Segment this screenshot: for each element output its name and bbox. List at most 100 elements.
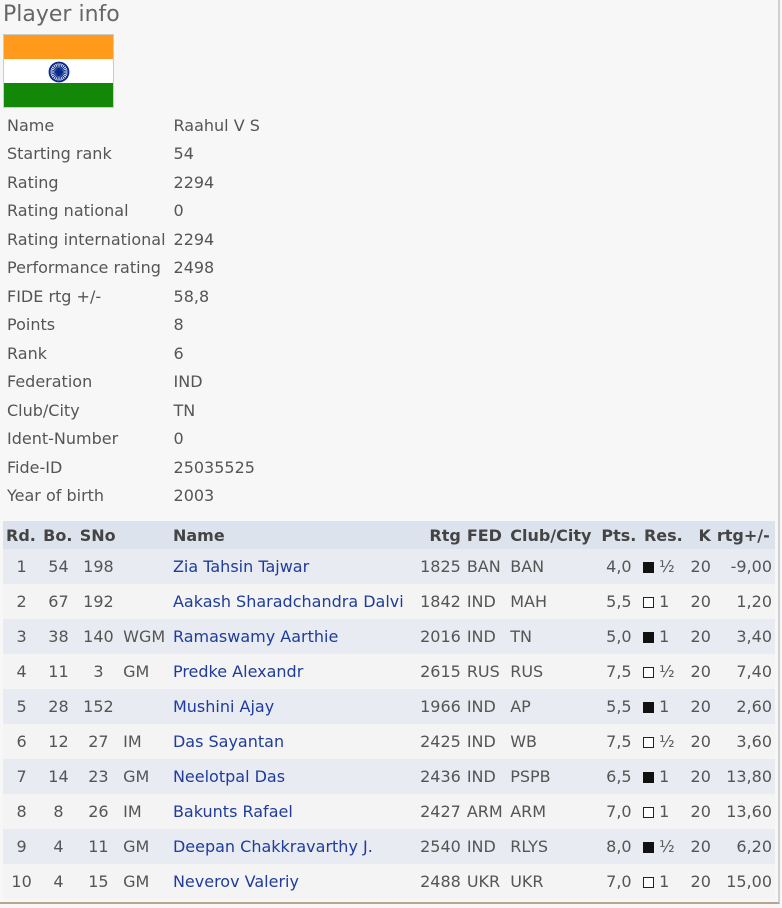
game-round: 5 <box>3 689 41 724</box>
k-factor: 20 <box>686 794 714 829</box>
result-value: 1 <box>659 697 670 716</box>
info-label: Points <box>7 315 56 335</box>
opponent-title: GM <box>120 864 170 899</box>
info-label: Federation <box>7 372 93 392</box>
opponent-name-link[interactable]: Deepan Chakkravarthy J. <box>173 837 373 856</box>
game-round: 8 <box>3 794 41 829</box>
rating-change: 13,60 <box>713 794 775 829</box>
game-row: 7 14 23 GM Neelotpal Das 2436 IND PSPB 6,5 1 20 13,… <box>3 759 775 794</box>
rating-change: 3,40 <box>713 619 775 654</box>
opponent-name-link[interactable]: Aakash Sharadchandra Dalvi <box>173 592 404 611</box>
opponent-name-cell: Das Sayantan <box>169 724 416 759</box>
opponent-club: ARM <box>507 794 598 829</box>
info-row: Federation IND <box>3 368 264 397</box>
info-row: Ident-Number 0 <box>3 425 264 454</box>
game-row: 8 8 26 IM Bakunts Rafael 2427 ARM ARM 7,0 1 20 13,6… <box>3 794 775 829</box>
game-sno: 15 <box>76 864 121 899</box>
opponent-points: 4,0 <box>597 549 641 584</box>
opponent-name-link[interactable]: Neverov Valeriy <box>173 872 299 891</box>
game-board: 12 <box>40 724 77 759</box>
rating-change: 7,40 <box>713 654 775 689</box>
k-factor: 20 <box>686 689 714 724</box>
game-round: 9 <box>3 829 41 864</box>
opponent-name-link[interactable]: Das Sayantan <box>173 732 284 751</box>
game-board: 4 <box>40 864 77 899</box>
opponent-points: 7,0 <box>597 864 641 899</box>
info-label: Fide-ID <box>7 457 63 477</box>
black-piece-icon <box>643 562 655 573</box>
info-value: 58,8 <box>173 286 210 306</box>
game-sno: 152 <box>76 689 121 724</box>
black-piece-icon <box>643 702 655 713</box>
opponent-name-link[interactable]: Bakunts Rafael <box>173 802 293 821</box>
opponent-fed: IND <box>463 584 508 619</box>
opponent-fed: BAN <box>463 549 508 584</box>
india-flag-icon <box>3 34 114 108</box>
game-row: 3 38 140 WGM Ramaswamy Aarthie 2016 IND TN 5,0 1 2… <box>3 619 775 654</box>
info-value: Raahul V S <box>173 115 260 135</box>
game-board: 11 <box>40 654 77 689</box>
game-result: 1 <box>640 864 687 899</box>
k-factor: 20 <box>686 724 714 759</box>
game-sno: 11 <box>76 829 121 864</box>
rating-change: 6,20 <box>713 829 775 864</box>
white-piece-icon <box>643 877 655 888</box>
opponent-fed: IND <box>463 829 508 864</box>
ashoka-chakra-icon <box>48 61 70 83</box>
opponent-rating: 2615 <box>415 654 464 689</box>
opponent-name-cell: Aakash Sharadchandra Dalvi <box>169 584 416 619</box>
game-row: 6 12 27 IM Das Sayantan 2425 IND WB 7,5 ½ 20 3,60 <box>3 724 775 759</box>
k-factor: 20 <box>686 619 714 654</box>
k-factor: 20 <box>686 829 714 864</box>
opponent-fed: ARM <box>463 794 508 829</box>
info-row: Points 8 <box>3 311 264 340</box>
rating-change: 1,20 <box>713 584 775 619</box>
col-rtg: Rtg <box>415 521 464 549</box>
opponent-points: 7,5 <box>597 654 641 689</box>
info-row: Starting rank 54 <box>3 140 264 169</box>
game-row: 5 28 152 Mushini Ajay 1966 IND AP 5,5 1 20 2,60 <box>3 689 775 724</box>
opponent-rating: 2425 <box>415 724 464 759</box>
opponent-name-cell: Neverov Valeriy <box>169 864 416 899</box>
opponent-rating: 1966 <box>415 689 464 724</box>
col-pts: Pts. <box>597 521 641 549</box>
k-factor: 20 <box>686 549 714 584</box>
game-result: ½ <box>640 724 687 759</box>
info-label: Year of birth <box>7 486 105 506</box>
opponent-name-link[interactable]: Neelotpal Das <box>173 767 285 786</box>
white-piece-icon <box>643 737 655 748</box>
opponent-title: GM <box>120 829 170 864</box>
game-round: 4 <box>3 654 41 689</box>
result-value: ½ <box>659 732 675 751</box>
info-label: Ident-Number <box>7 429 119 449</box>
game-round: 10 <box>3 864 41 899</box>
col-club: Club/City <box>507 521 598 549</box>
opponent-fed: RUS <box>463 654 508 689</box>
info-label: Club/City <box>7 400 80 420</box>
game-sno: 192 <box>76 584 121 619</box>
opponent-club: RLYS <box>507 829 598 864</box>
opponent-name-link[interactable]: Predke Alexandr <box>173 662 303 681</box>
info-value: 2294 <box>173 172 215 192</box>
opponent-points: 6,5 <box>597 759 641 794</box>
info-row: FIDE rtg +/- 58,8 <box>3 282 264 311</box>
game-round: 1 <box>3 549 41 584</box>
col-rd: Rd. <box>3 521 41 549</box>
opponent-name-cell: Predke Alexandr <box>169 654 416 689</box>
info-value: 2003 <box>173 486 215 506</box>
game-sno: 27 <box>76 724 121 759</box>
opponent-club: WB <box>507 724 598 759</box>
opponent-name-link[interactable]: Mushini Ajay <box>173 697 274 716</box>
info-value: 2498 <box>173 258 215 278</box>
opponent-title: WGM <box>120 619 170 654</box>
opponent-club: AP <box>507 689 598 724</box>
info-value: 25035525 <box>173 457 255 477</box>
opponent-points: 5,5 <box>597 584 641 619</box>
opponent-fed: IND <box>463 724 508 759</box>
opponent-name-link[interactable]: Zia Tahsin Tajwar <box>173 557 309 576</box>
info-label: Name <box>7 115 55 135</box>
info-row: Name Raahul V S <box>3 111 264 140</box>
rating-change: -9,00 <box>713 549 775 584</box>
opponent-name-link[interactable]: Ramaswamy Aarthie <box>173 627 338 646</box>
white-piece-icon <box>643 667 655 678</box>
